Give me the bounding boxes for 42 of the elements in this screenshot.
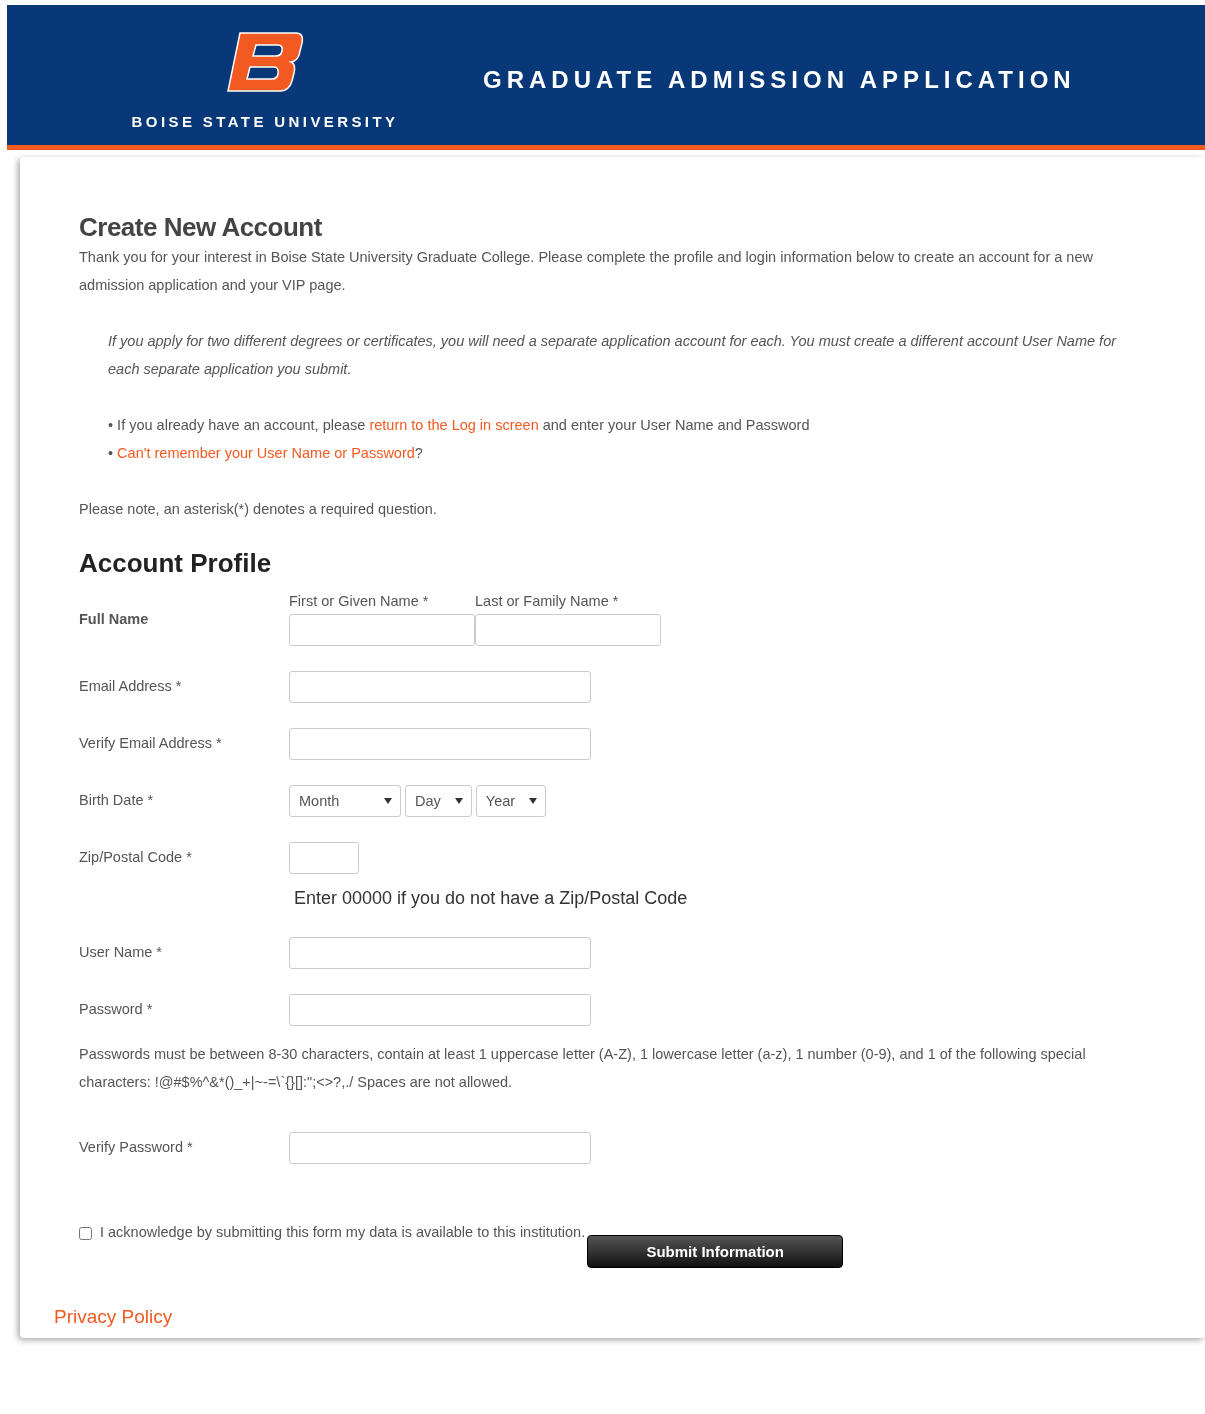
checkbox[interactable] bbox=[79, 1227, 92, 1240]
caret-icon bbox=[529, 798, 538, 804]
caret-icon bbox=[454, 798, 463, 804]
text-field[interactable] bbox=[289, 728, 591, 760]
checkbox-label: I acknowledge by submitting this form my data is available to this institution. bbox=[100, 1224, 586, 1240]
logo-icon bbox=[226, 31, 304, 93]
field-label: Zip/Postal Code * bbox=[79, 848, 193, 865]
university-name: BOISE STATE UNIVERSITY bbox=[131, 113, 399, 130]
field-label: Last or Family Name * bbox=[475, 593, 620, 609]
text-field[interactable] bbox=[289, 994, 591, 1026]
field-label: Full Name bbox=[79, 610, 150, 627]
hint-text: Enter 00000 if you do not have a Zip/Postal Code bbox=[294, 888, 689, 909]
note-text: If you apply for two different degrees or certificates, you will need a separate application account for each. You must create a different account User Name for each separate application you submit. bbox=[108, 332, 1118, 379]
section-heading: Account Profile bbox=[79, 548, 273, 579]
text-field[interactable] bbox=[289, 614, 475, 646]
dropdown[interactable]: Day bbox=[405, 785, 472, 817]
bullet: • bbox=[108, 445, 115, 461]
text-field[interactable] bbox=[289, 937, 591, 969]
required-note: Please note, an asterisk(*) denotes a required question. bbox=[79, 500, 438, 519]
text-field[interactable] bbox=[289, 671, 591, 703]
caret-icon bbox=[384, 798, 392, 804]
dropdown[interactable]: Year bbox=[475, 785, 547, 817]
application-title: GRADUATE ADMISSION APPLICATION bbox=[483, 66, 1076, 95]
intro-text: Thank you for your interest in Boise State University Graduate College. Please complete the profile and login information below to create an account for a new admission application and your VIP page. bbox=[79, 248, 1094, 295]
field-label: User Name * bbox=[79, 943, 163, 960]
text-field[interactable] bbox=[475, 614, 661, 646]
field-label: Birth Date * bbox=[79, 791, 155, 808]
bullet: • bbox=[108, 417, 115, 433]
text-field[interactable] bbox=[289, 842, 359, 874]
bullet-text: If you already have an account, please bbox=[117, 417, 366, 433]
field-label: First or Given Name * bbox=[289, 593, 430, 609]
password-rules: Passwords must be between 8-30 characters, contain at least 1 uppercase letter (A-Z), 1 lowercase letter (a-z), 1 number (0-9), and 1 of the following special characters: !@#$%^&*()_+|~-=\`{}[]:";<>?,./ Spaces are not allowed. bbox=[79, 1045, 1087, 1092]
bullet-text: and enter your User Name and Password bbox=[542, 417, 810, 433]
field-label: Verify Email Address * bbox=[79, 734, 223, 751]
page-heading: Create New Account bbox=[79, 212, 323, 243]
dropdown[interactable]: Month bbox=[289, 785, 401, 817]
field-label: Password * bbox=[79, 1000, 154, 1017]
field-label: Email Address * bbox=[79, 677, 183, 694]
bullet-text: ? bbox=[414, 445, 423, 461]
submit-button[interactable]: Submit Information bbox=[587, 1235, 844, 1268]
text-field[interactable] bbox=[289, 1132, 591, 1164]
field-label: Verify Password * bbox=[79, 1138, 194, 1155]
